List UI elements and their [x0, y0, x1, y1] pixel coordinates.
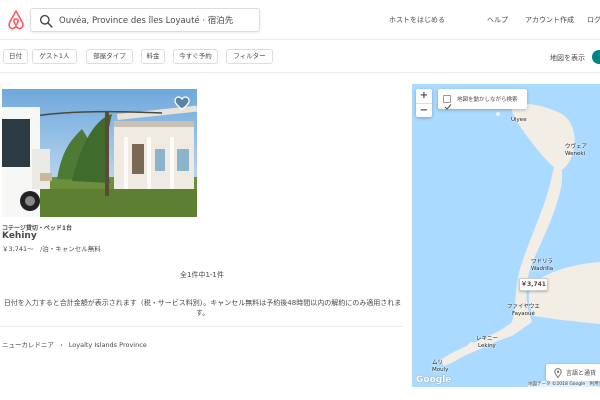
- photo-dot[interactable]: [92, 222, 95, 225]
- listing-title[interactable]: Kehiny: [2, 231, 37, 241]
- language-currency-label: 言語と通貨: [566, 370, 597, 377]
- place-label-wadrilla: Wadrilla: [531, 266, 554, 272]
- place-label-mouly: Mouly: [432, 367, 449, 373]
- pricing-note: 日付を入力すると合計金額が表示されます（税・サービス料別）。キャンセル無料は予約…: [3, 299, 402, 317]
- photo-dot[interactable]: [86, 222, 89, 225]
- price-pin[interactable]: ￥3,741: [519, 278, 548, 291]
- filter-more-button[interactable]: フィルター: [226, 49, 273, 64]
- location-pin-icon: [554, 368, 562, 378]
- search-as-map-moves[interactable]: 地図を動かしながら検索: [438, 89, 527, 110]
- checkmark-icon: [444, 104, 452, 110]
- place-label-fayaoue-jp: ファイヤウエ: [507, 304, 540, 310]
- map[interactable]: [412, 84, 600, 387]
- place-label-lekiny: Lekiny: [478, 343, 496, 349]
- zoom-out-button[interactable]: −: [416, 104, 432, 118]
- breadcrumb-new-caledonia[interactable]: ニューカレドニア: [2, 341, 54, 349]
- filter-price-button[interactable]: 料金: [141, 49, 165, 64]
- place-label-weneki: Weneki: [565, 151, 586, 157]
- photo-dot[interactable]: [98, 222, 101, 225]
- place-label-uiyee: Uiyee: [511, 117, 527, 123]
- photo-dot[interactable]: [104, 222, 107, 225]
- search-icon: [39, 14, 53, 28]
- search-as-move-label: 地図を動かしながら検索: [457, 97, 518, 103]
- photo-dots: [86, 210, 110, 229]
- place-label-fayaoue: Fayaoué: [512, 311, 535, 317]
- breadcrumb: ニューカレドニア › Loyalty Islands Province: [2, 339, 147, 349]
- google-logo[interactable]: Google: [416, 375, 451, 385]
- show-map-label: 地図を表示: [550, 54, 585, 62]
- nav-log-in[interactable]: ログイン: [587, 15, 600, 25]
- place-label-uvea: ウヴェア: [565, 144, 588, 150]
- filter-bar: 日付 ゲスト1人 部屋タイプ 料金 今すぐ予約 フィルター 地図を表示: [0, 40, 600, 73]
- filter-room-type-button[interactable]: 部屋タイプ: [86, 49, 133, 64]
- map-land: [440, 103, 600, 366]
- heart-icon[interactable]: [174, 96, 190, 111]
- airbnb-logo-icon[interactable]: [7, 10, 25, 30]
- nav-become-host[interactable]: ホストをはじめる: [389, 15, 445, 25]
- place-label-mouly-jp: ムリ: [432, 360, 444, 366]
- results-count: 全1件中1-1件: [180, 271, 224, 279]
- breadcrumb-loyalty-islands[interactable]: Loyalty Islands Province: [69, 341, 147, 349]
- zoom-in-button[interactable]: +: [416, 89, 432, 103]
- place-label-wadrilla-jp: ワドリラ: [531, 259, 554, 265]
- language-currency-button[interactable]: 言語と通貨: [546, 364, 600, 381]
- listing-photo-image: [2, 89, 197, 217]
- filter-dates-button[interactable]: 日付: [3, 49, 28, 64]
- listing-price: ￥3,741〜 /泊・キャンセル無料: [2, 245, 101, 253]
- nav-sign-up[interactable]: アカウント作成: [525, 15, 574, 25]
- search-input[interactable]: [59, 11, 255, 29]
- breadcrumb-separator: ›: [60, 341, 63, 349]
- top-bar: ホストをはじめる ヘルプ アカウント作成 ログイン: [0, 0, 600, 40]
- show-map-toggle[interactable]: [592, 50, 600, 64]
- filter-guests-button[interactable]: ゲスト1人: [32, 49, 77, 64]
- zoom-controls: + −: [416, 89, 432, 117]
- nav-help[interactable]: ヘルプ: [487, 15, 508, 25]
- search-as-move-checkbox[interactable]: [443, 95, 452, 110]
- filter-instant-book-button[interactable]: 今すぐ予約: [173, 49, 218, 64]
- listing-photo[interactable]: [2, 89, 197, 217]
- search-bar[interactable]: [30, 8, 260, 32]
- place-label-lekiny-jp: レキニー: [476, 336, 499, 342]
- divider: [0, 326, 403, 327]
- map-attribution[interactable]: 地図データ ©2018 Google 利用: [528, 381, 599, 387]
